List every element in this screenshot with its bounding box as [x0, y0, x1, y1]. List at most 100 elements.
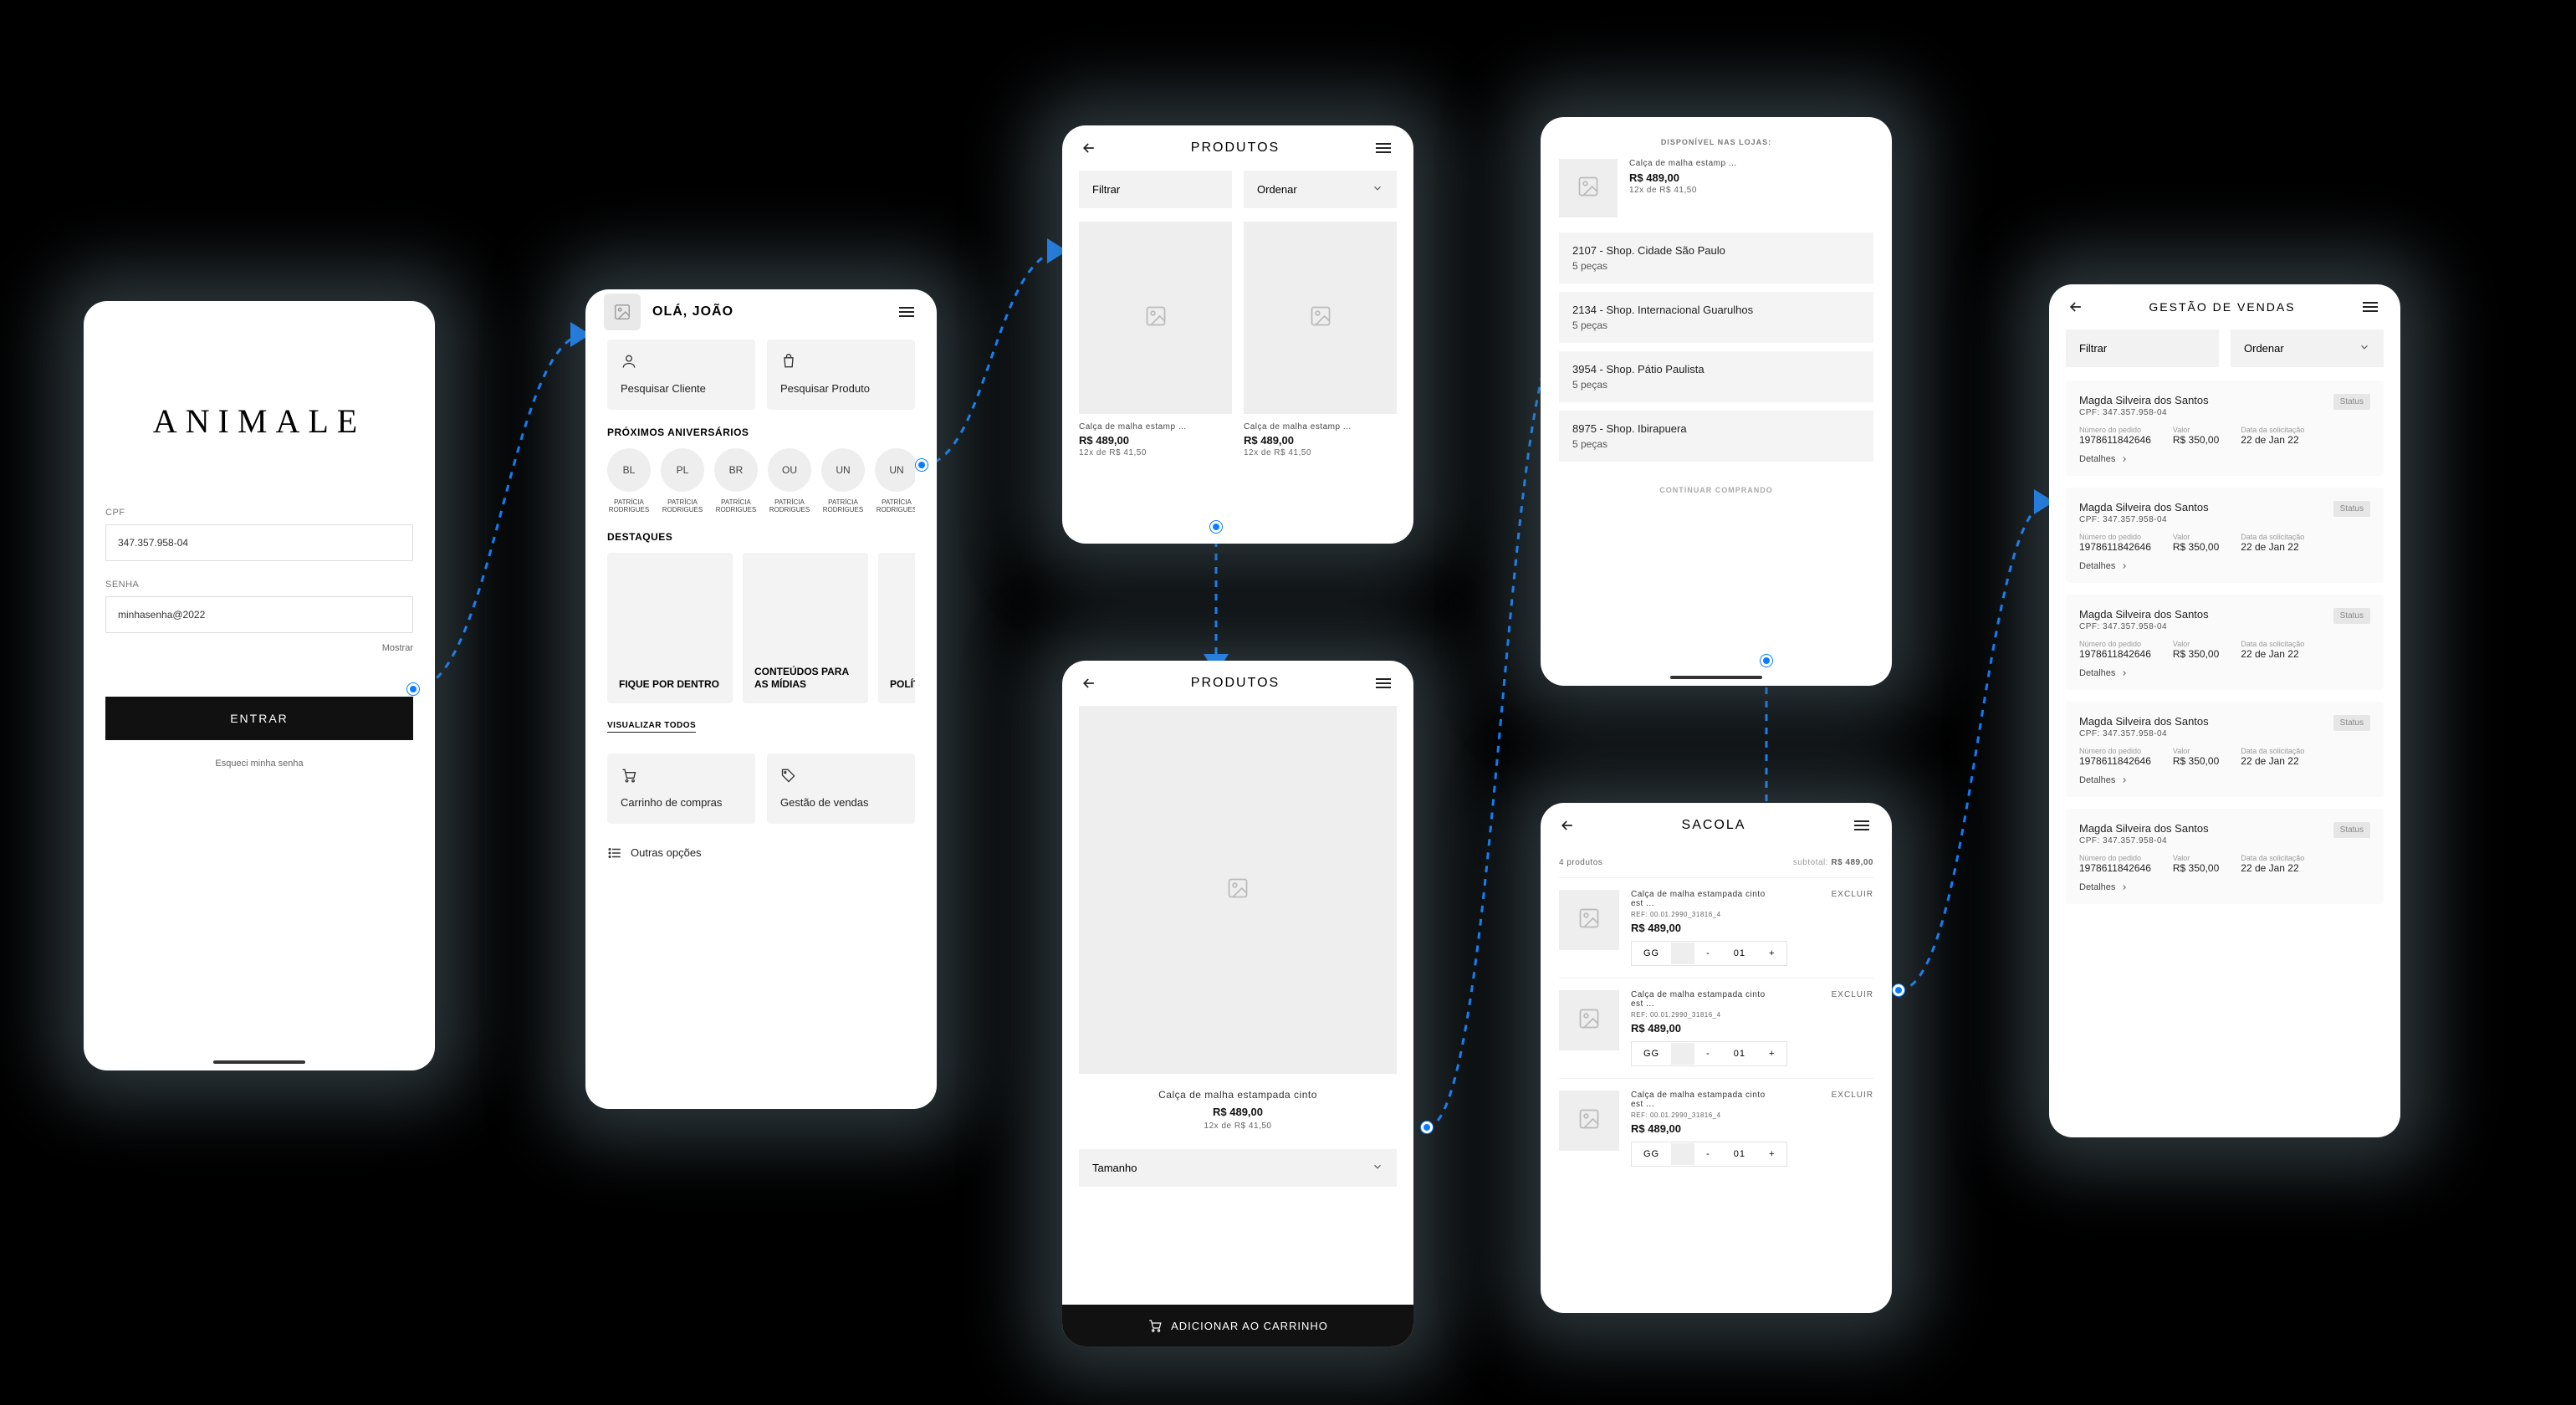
ordenar-button[interactable]: Ordenar — [1244, 171, 1397, 208]
page-title: PRODUTOS — [1191, 676, 1280, 691]
screen-product-detail: PRODUTOS Calça de malha estampada cinto … — [1062, 661, 1413, 1346]
qty-stepper[interactable]: GG-01+ — [1631, 1041, 1787, 1066]
store-item-inst: 12x de R$ 41,50 — [1629, 186, 1737, 195]
order-card[interactable]: Magda Silveira dos SantosCPF: 347.357.95… — [2066, 702, 2384, 797]
outras-opcoes[interactable]: Outras opções — [607, 846, 915, 861]
store-item-price: R$ 489,00 — [1629, 171, 1737, 184]
destaque-card[interactable]: CONTEÚDOS PARA AS MÍDIAS — [743, 553, 868, 703]
subtotal-value: R$ 489,00 — [1831, 858, 1873, 867]
product-grid: Calça de malha estamp ... R$ 489,00 12x … — [1079, 222, 1397, 457]
detalhes-link[interactable]: Detalhes — [2079, 882, 2370, 892]
back-icon[interactable] — [1081, 675, 1097, 692]
status-badge: Status — [2333, 394, 2370, 410]
add-to-cart-button[interactable]: ADICIONAR AO CARRINHO — [1062, 1305, 1413, 1346]
senha-input[interactable]: minhasenha@2022 — [105, 596, 413, 633]
store-row[interactable]: 3954 - Shop. Pátio Paulista5 peças — [1559, 351, 1873, 402]
outras-label: Outras opções — [631, 846, 702, 859]
birthday-chip[interactable]: PLPATRÍCIARODRIGUES — [661, 448, 704, 514]
birthday-chip[interactable]: BRPATRÍCIARODRIGUES — [714, 448, 758, 514]
search-client-tile[interactable]: Pesquisar Cliente — [607, 340, 755, 410]
search-product-tile[interactable]: Pesquisar Produto — [767, 340, 915, 410]
qty-stepper[interactable]: GG-01+ — [1631, 1142, 1787, 1167]
visualizar-todos-link[interactable]: VISUALIZAR TODOS — [607, 721, 696, 733]
birthday-chip[interactable]: BLPATRÍCIARODRIGUES — [607, 448, 651, 514]
bag-count: 4 produtos — [1559, 858, 1602, 867]
store-row[interactable]: 2107 - Shop. Cidade São Paulo5 peças — [1559, 232, 1873, 284]
back-icon[interactable] — [2067, 299, 2084, 315]
mostrar-link[interactable]: Mostrar — [382, 643, 413, 653]
product-thumb — [1559, 990, 1619, 1050]
chevron-down-icon — [1372, 182, 1383, 197]
screen-product-list: PRODUTOS Filtrar Ordenar Calça de malha … — [1062, 125, 1413, 544]
ordenar-button[interactable]: Ordenar — [2231, 330, 2384, 367]
list-icon — [607, 846, 622, 861]
destaque-card[interactable]: POLÍT. INTER — [878, 553, 915, 703]
flow-node — [916, 459, 928, 471]
status-badge: Status — [2333, 715, 2370, 731]
back-icon[interactable] — [1081, 140, 1097, 156]
birthday-chip[interactable]: UNPATRÍCIARODRIGUES — [875, 448, 915, 514]
product-installments: 12x de R$ 41,50 — [1079, 1121, 1397, 1131]
tag-icon — [780, 767, 797, 784]
menu-icon[interactable] — [1373, 138, 1395, 158]
product-name: Calça de malha estampada cinto — [1079, 1089, 1397, 1101]
esqueci-link[interactable]: Esqueci minha senha — [215, 759, 303, 769]
stores-title: DISPONÍVEL NAS LOJAS: — [1661, 138, 1771, 146]
order-card[interactable]: Magda Silveira dos SantosCPF: 347.357.95… — [2066, 809, 2384, 904]
tamanho-select[interactable]: Tamanho — [1079, 1149, 1397, 1187]
screen-login: ANIMALE CPF 347.357.958-04 SENHA minhase… — [84, 301, 435, 1070]
filtrar-button[interactable]: Filtrar — [1079, 171, 1232, 208]
status-badge: Status — [2333, 608, 2370, 624]
gestao-tile[interactable]: Gestão de vendas — [767, 754, 915, 824]
product-thumb — [1559, 159, 1618, 217]
continuar-link[interactable]: CONTINUAR COMPRANDO — [1659, 486, 1773, 494]
product-card[interactable]: Calça de malha estamp ... R$ 489,00 12x … — [1244, 222, 1397, 457]
carrinho-tile[interactable]: Carrinho de compras — [607, 754, 755, 824]
detalhes-link[interactable]: Detalhes — [2079, 454, 2370, 464]
brand-logo: ANIMALE — [105, 401, 413, 441]
gestao-label: Gestão de vendas — [780, 796, 902, 810]
detalhes-link[interactable]: Detalhes — [2079, 561, 2370, 571]
menu-icon[interactable] — [897, 302, 918, 322]
product-card[interactable]: Calça de malha estamp ... R$ 489,00 12x … — [1079, 222, 1232, 457]
excluir-link[interactable]: EXCLUIR — [1832, 1091, 1873, 1109]
destaque-card[interactable]: FIQUE POR DENTRO — [607, 553, 733, 703]
qty-stepper[interactable]: GG-01+ — [1631, 941, 1787, 966]
menu-icon[interactable] — [1373, 673, 1395, 693]
flow-node — [1421, 1121, 1433, 1133]
order-card[interactable]: Magda Silveira dos SantosCPF: 347.357.95… — [2066, 488, 2384, 583]
excluir-link[interactable]: EXCLUIR — [1832, 990, 1873, 1009]
flow-node — [1210, 521, 1222, 533]
search-client-label: Pesquisar Cliente — [621, 382, 742, 396]
subtotal-label: subtotal: — [1793, 858, 1828, 867]
order-card[interactable]: Magda Silveira dos SantosCPF: 347.357.95… — [2066, 381, 2384, 476]
flow-node — [407, 683, 419, 695]
status-badge: Status — [2333, 501, 2370, 517]
birthday-chip[interactable]: OUPATRÍCIARODRIGUES — [768, 448, 811, 514]
excluir-link[interactable]: EXCLUIR — [1832, 890, 1873, 908]
search-product-label: Pesquisar Produto — [780, 382, 902, 396]
filtrar-button[interactable]: Filtrar — [2066, 330, 2219, 367]
menu-icon[interactable] — [2360, 297, 2382, 317]
greeting: OLÁ, JOÃO — [652, 304, 733, 319]
bag-item: Calça de malha estampada cinto est ...EX… — [1559, 877, 1873, 978]
chevron-down-icon — [1372, 1161, 1383, 1175]
chevron-down-icon — [2359, 341, 2370, 355]
screen-bag: SACOLA 4 produtos subtotal: R$ 489,00 Ca… — [1541, 803, 1892, 1313]
destaques-row: FIQUE POR DENTROCONTEÚDOS PARA AS MÍDIAS… — [607, 553, 915, 703]
detalhes-link[interactable]: Detalhes — [2079, 668, 2370, 678]
back-icon[interactable] — [1559, 817, 1576, 834]
entrar-button[interactable]: ENTRAR — [105, 697, 413, 740]
status-badge: Status — [2333, 822, 2370, 838]
menu-icon[interactable] — [1852, 815, 1873, 835]
store-row[interactable]: 2134 - Shop. Internacional Guarulhos5 pe… — [1559, 292, 1873, 343]
birthday-chip[interactable]: UNPATRÍCIARODRIGUES — [821, 448, 865, 514]
bag-item: Calça de malha estampada cinto est ...EX… — [1559, 978, 1873, 1078]
avatar[interactable] — [604, 294, 641, 330]
order-card[interactable]: Magda Silveira dos SantosCPF: 347.357.95… — [2066, 595, 2384, 690]
store-row[interactable]: 8975 - Shop. Ibirapuera5 peças — [1559, 411, 1873, 462]
user-icon — [621, 353, 637, 370]
detalhes-link[interactable]: Detalhes — [2079, 775, 2370, 785]
flow-node — [1893, 984, 1904, 996]
cpf-input[interactable]: 347.357.958-04 — [105, 524, 413, 561]
